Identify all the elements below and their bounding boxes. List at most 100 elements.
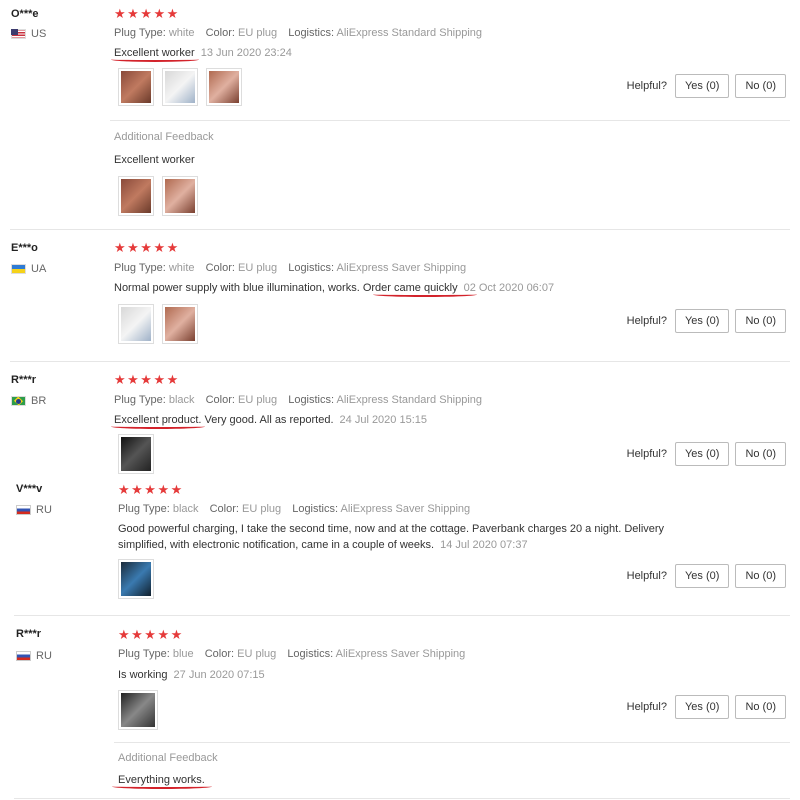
- review-date: 02 Oct 2020 06:07: [463, 282, 555, 294]
- review-photo-thumbnail[interactable]: [118, 690, 158, 730]
- logistics-label: Logistics:: [288, 262, 335, 274]
- review-photo-thumbnail[interactable]: [118, 304, 154, 344]
- review-photo-thumbnail[interactable]: [118, 68, 154, 106]
- color-value: EU plug: [238, 262, 278, 274]
- country-code: BR: [31, 395, 47, 407]
- reviewer-name: O***e: [11, 8, 39, 20]
- helpful-vote: Helpful? Yes (0) No (0): [627, 74, 786, 98]
- color-value: EU plug: [237, 648, 277, 660]
- country-code: UA: [31, 263, 47, 275]
- highlight-underline: [111, 57, 199, 62]
- color-label: Color:: [205, 394, 235, 406]
- product-attributes: Plug Type: blue Color: EU plug Logistics…: [118, 648, 465, 660]
- helpful-no-button[interactable]: No (0): [735, 564, 786, 588]
- plug-type-value: black: [168, 394, 195, 406]
- reviewer-country: RU: [16, 650, 52, 662]
- review-photos: [118, 304, 198, 344]
- helpful-yes-button[interactable]: Yes (0): [674, 309, 730, 333]
- review-photo-thumbnail[interactable]: [118, 176, 154, 216]
- color-label: Color:: [205, 262, 235, 274]
- color-value: EU plug: [242, 503, 282, 515]
- plug-type-value: white: [168, 262, 195, 274]
- review-photo-thumbnail[interactable]: [162, 304, 198, 344]
- plug-type-label: Plug Type:: [114, 394, 166, 406]
- plug-type-value: blue: [172, 648, 194, 660]
- review-photo-thumbnail[interactable]: [118, 559, 154, 599]
- review-divider: [14, 798, 790, 799]
- plug-type-label: Plug Type:: [118, 648, 170, 660]
- logistics-value: AliExpress Saver Shipping: [340, 503, 471, 515]
- plug-type-value: black: [172, 503, 199, 515]
- reviewer-name: E***o: [11, 242, 38, 254]
- ru-flag-icon: [16, 505, 31, 515]
- reviewer-country: BR: [11, 395, 46, 407]
- ru-flag-icon: [16, 651, 31, 661]
- plug-type-label: Plug Type:: [114, 262, 166, 274]
- review-date: 27 Jun 2020 07:15: [173, 669, 265, 681]
- helpful-vote: Helpful? Yes (0) No (0): [627, 695, 786, 719]
- helpful-no-button[interactable]: No (0): [735, 309, 786, 333]
- logistics-label: Logistics:: [292, 503, 339, 515]
- country-code: RU: [36, 504, 52, 516]
- additional-feedback-text: Excellent worker: [114, 154, 195, 166]
- additional-feedback-title: Additional Feedback: [118, 752, 218, 764]
- color-value: EU plug: [238, 27, 278, 39]
- logistics-value: AliExpress Saver Shipping: [335, 648, 466, 660]
- reviewer-name: R***r: [11, 374, 37, 386]
- reviewer-name: R***r: [16, 628, 42, 640]
- review-text: Normal power supply with blue illuminati…: [114, 280, 554, 296]
- review-photos: [118, 690, 158, 730]
- helpful-no-button[interactable]: No (0): [735, 695, 786, 719]
- us-flag-icon: [11, 29, 26, 39]
- star-rating: ★★★★★: [114, 240, 180, 255]
- helpful-vote: Helpful? Yes (0) No (0): [627, 309, 786, 333]
- review-photo-thumbnail[interactable]: [162, 176, 198, 216]
- review-photos: [118, 68, 242, 106]
- reviewer-country: US: [11, 28, 46, 40]
- review-item: V***v RU ★★★★★ Plug Type: black Color: E…: [0, 474, 800, 616]
- star-rating: ★★★★★: [114, 372, 180, 387]
- review-photo-thumbnail[interactable]: [206, 68, 242, 106]
- logistics-label: Logistics:: [288, 27, 335, 39]
- review-photos: [118, 434, 154, 474]
- review-item: R***r RU ★★★★★ Plug Type: blue Color: EU…: [0, 616, 800, 800]
- helpful-yes-button[interactable]: Yes (0): [674, 564, 730, 588]
- additional-photos: [118, 176, 198, 216]
- color-label: Color:: [209, 503, 239, 515]
- product-attributes: Plug Type: black Color: EU plug Logistic…: [114, 394, 482, 406]
- helpful-yes-button[interactable]: Yes (0): [674, 442, 730, 466]
- review-item: O***e US ★★★★★ Plug Type: white Color: E…: [0, 0, 800, 230]
- highlight-underline: [111, 424, 205, 429]
- star-rating: ★★★★★: [118, 627, 184, 642]
- review-photo-thumbnail[interactable]: [118, 434, 154, 474]
- review-photo-thumbnail[interactable]: [162, 68, 198, 106]
- br-flag-icon: [11, 396, 26, 406]
- plug-type-value: white: [168, 27, 195, 39]
- additional-feedback-title: Additional Feedback: [114, 131, 214, 143]
- helpful-yes-button[interactable]: Yes (0): [674, 74, 730, 98]
- highlight-underline: [373, 292, 477, 297]
- review-text: Is working 27 Jun 2020 07:15: [118, 667, 265, 683]
- logistics-label: Logistics:: [287, 648, 334, 660]
- country-code: US: [31, 28, 47, 40]
- review-date: 14 Jul 2020 07:37: [440, 539, 528, 551]
- helpful-no-button[interactable]: No (0): [735, 74, 786, 98]
- helpful-label: Helpful?: [626, 701, 667, 713]
- logistics-value: AliExpress Standard Shipping: [336, 394, 483, 406]
- plug-type-label: Plug Type:: [118, 503, 170, 515]
- review-text: Good powerful charging, I take the secon…: [118, 521, 678, 553]
- color-label: Color:: [204, 648, 235, 660]
- review-body: Is working: [118, 669, 168, 681]
- highlight-underline: [112, 784, 212, 789]
- color-value: EU plug: [238, 394, 278, 406]
- helpful-no-button[interactable]: No (0): [735, 442, 786, 466]
- helpful-label: Helpful?: [626, 448, 667, 460]
- color-label: Color:: [205, 27, 235, 39]
- product-attributes: Plug Type: black Color: EU plug Logistic…: [118, 503, 470, 515]
- divider: [110, 120, 790, 121]
- reviewer-country: UA: [11, 263, 46, 275]
- helpful-yes-button[interactable]: Yes (0): [674, 695, 730, 719]
- product-attributes: Plug Type: white Color: EU plug Logistic…: [114, 27, 482, 39]
- ua-flag-icon: [11, 264, 26, 274]
- review-body: Good powerful charging, I take the secon…: [118, 523, 665, 551]
